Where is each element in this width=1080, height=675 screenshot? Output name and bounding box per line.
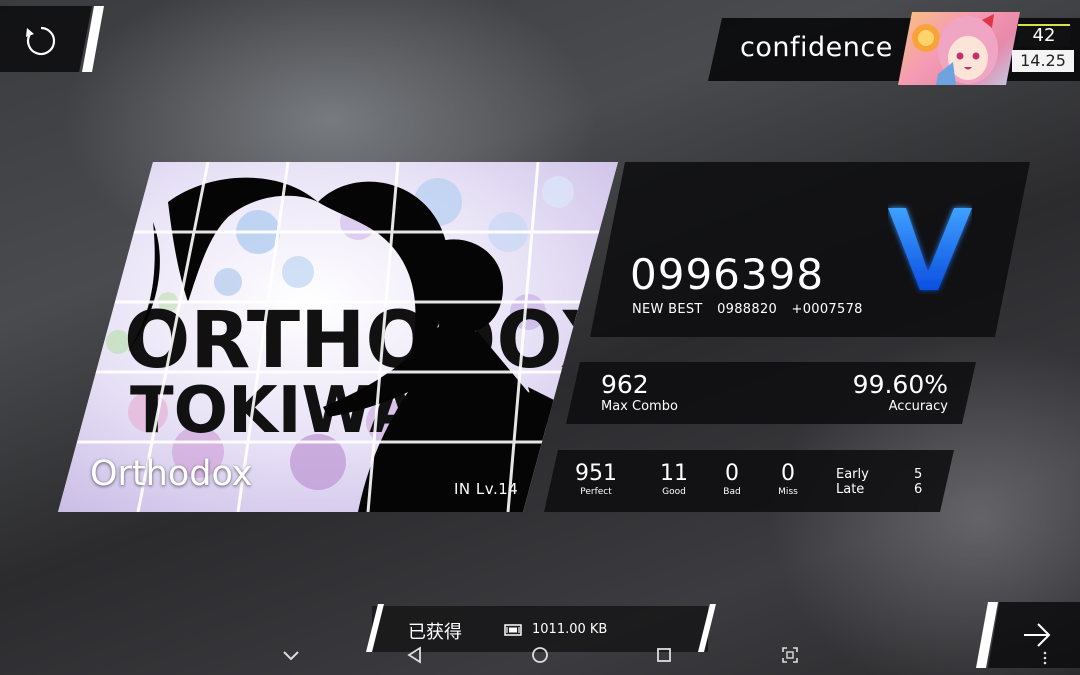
system-nav-bar [0,633,1080,675]
good-label: Good [662,487,686,497]
retry-icon [26,26,56,56]
player-name: confidence [740,32,893,63]
judgement-good: 11 Good [654,462,694,498]
accuracy-label: Accuracy [888,399,948,414]
retry-button[interactable] [0,6,105,72]
max-combo-value: 962 [601,370,649,399]
more-options-icon[interactable] [1034,644,1056,666]
recents-icon[interactable] [653,644,675,666]
bad-count: 0 [725,461,739,486]
screenshot-icon[interactable] [779,644,801,666]
miss-count: 0 [781,461,795,486]
grade-v-icon: V [888,208,972,290]
rank-level: 42 [1018,24,1070,46]
accuracy-value: 99.60% [852,370,948,399]
judgement-bad: 0 Bad [712,462,752,498]
early-label: Early [836,467,869,482]
miss-label: Miss [778,487,798,497]
retry-slash-decoration [82,6,104,72]
perfect-label: Perfect [580,487,612,497]
song-cover: ORTHODOX TOKIWA Orthodox IN Lv.14 [58,162,618,512]
player-info: confidence 42 14.25 [708,18,1080,81]
judgement-miss: 0 Miss [768,462,808,498]
score-panel: 0996398 NEW BEST 0988820 +0007578 V [590,162,1030,337]
avatar-illustration [898,12,1020,85]
rks-value: 14.25 [1012,50,1074,72]
score-value: 0996398 [630,250,825,299]
score-delta: +0007578 [791,302,863,317]
new-best-label: NEW BEST [632,302,703,317]
late-count: 6 [914,482,923,497]
song-difficulty: IN Lv.14 [454,480,519,498]
early-count: 5 [914,467,923,482]
chevron-down-icon[interactable] [280,644,302,666]
combo-accuracy-panel: 962 Max Combo 99.60% Accuracy [566,362,976,424]
max-combo-label: Max Combo [601,399,678,414]
judgement-perfect: 951 Perfect [572,462,620,498]
bad-label: Bad [723,487,741,497]
judgement-panel: 951 Perfect 11 Good 0 Bad 0 Miss Early L… [544,450,954,512]
late-label: Late [836,482,865,497]
song-title: Orthodox [90,454,253,494]
player-avatar[interactable] [898,12,1020,85]
perfect-count: 951 [575,461,617,486]
player-rank: 42 14.25 [1008,24,1074,76]
new-best-row: NEW BEST 0988820 +0007578 [632,302,873,317]
home-icon[interactable] [529,644,551,666]
good-count: 11 [660,461,688,486]
previous-best-score: 0988820 [717,302,778,317]
back-icon[interactable] [404,644,426,666]
